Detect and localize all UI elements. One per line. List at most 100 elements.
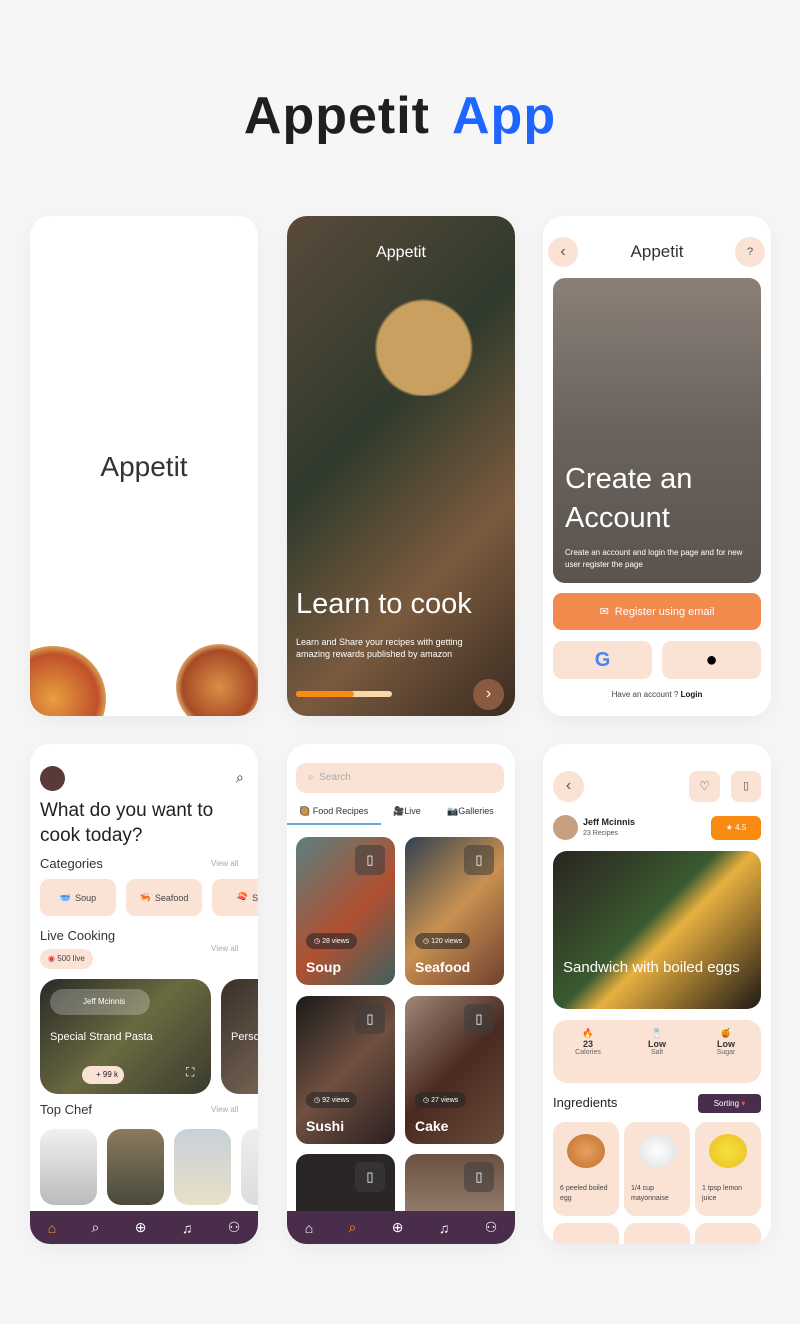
live-count: 500 live <box>57 954 85 963</box>
star-icon: ★ <box>725 823 733 832</box>
next-button[interactable]: › <box>473 679 504 710</box>
onboarding-heading: Learn to cook <box>296 588 472 620</box>
have-account-text: Have an account ? <box>611 690 679 699</box>
chef-card[interactable] <box>107 1129 164 1205</box>
mail-icon: ✉ <box>599 606 609 618</box>
tab-live[interactable]: 🎥Live <box>393 806 421 817</box>
bell-icon[interactable]: ♫ <box>182 1220 193 1236</box>
help-button[interactable]: ? <box>735 237 765 267</box>
recipe-card-cake[interactable]: ▯ ◷ 27 views Cake <box>405 996 504 1144</box>
chef-card[interactable] <box>174 1129 231 1205</box>
ingredient-card[interactable] <box>553 1223 619 1244</box>
profile-icon[interactable]: ⚇ <box>228 1219 241 1236</box>
views-count: 92 views <box>322 1097 350 1104</box>
nutrition-panel: 🔥 23 Calories 🧂 Low Salt 🍯 Low Sugar <box>553 1020 761 1083</box>
avatar[interactable] <box>40 766 65 791</box>
recipe-card-soup[interactable]: ▯ ◷ 28 views Soup <box>296 837 395 985</box>
heart-icon: ♡ <box>699 779 710 793</box>
recipe-card-sushi[interactable]: ▯ ◷ 92 views Sushi <box>296 996 395 1144</box>
stat-label: Sugar <box>716 1049 736 1056</box>
chef-avatar <box>553 815 578 840</box>
fire-icon: 🔥 <box>582 1028 594 1038</box>
recipe-card-seafood[interactable]: ▯ ◷ 120 views Seafood <box>405 837 504 985</box>
bell-icon[interactable]: ♫ <box>439 1220 450 1236</box>
sorting-dropdown[interactable]: Sorting ▾ <box>698 1094 761 1113</box>
home-icon[interactable]: ⌂ <box>48 1220 56 1236</box>
ingredient-text: 1/4 cup mayonnaise <box>631 1185 669 1202</box>
categories-view-all[interactable]: View all <box>211 859 238 868</box>
live-chef: Jeff Mcinnis <box>50 989 150 1015</box>
live-card[interactable]: Perso <box>221 979 258 1094</box>
bookmark-icon[interactable]: ▯ <box>464 845 494 875</box>
search-icon[interactable]: ⌕ <box>236 769 244 786</box>
add-icon[interactable]: ⊕ <box>392 1219 404 1236</box>
home-icon[interactable]: ⌂ <box>305 1220 313 1236</box>
home-question: What do you want to cook today? <box>40 800 214 846</box>
ingredient-card[interactable]: 1 tpsp lemon juice <box>695 1122 761 1216</box>
login-link[interactable]: Login <box>681 690 703 699</box>
profile-icon[interactable]: ⚇ <box>485 1219 498 1236</box>
chef-card[interactable] <box>40 1129 97 1205</box>
dish-name: Sandwich with boiled eggs <box>563 959 740 976</box>
soup-icon: 🥣 <box>59 892 72 902</box>
apple-button[interactable]: ● <box>662 641 761 679</box>
category-seafood[interactable]: 🦐 Seafood <box>126 879 202 916</box>
ingredient-card[interactable] <box>624 1223 690 1244</box>
bookmark-icon[interactable]: ▯ <box>355 845 385 875</box>
fullscreen-icon[interactable]: ⛶ <box>186 1065 194 1080</box>
tab-food-recipes[interactable]: 🥘 Food Recipes <box>299 806 368 817</box>
live-view-all[interactable]: View all <box>211 944 238 953</box>
pizza-image <box>176 644 258 716</box>
live-card[interactable]: Jeff Mcinnis Special Strand Pasta + 99 k… <box>40 979 211 1094</box>
bookmark-icon[interactable]: ▯ <box>464 1162 494 1192</box>
onboarding-progress <box>296 691 392 697</box>
add-icon[interactable]: ⊕ <box>135 1219 147 1236</box>
category-label: Su <box>252 892 258 903</box>
rating-value: 4.5 <box>735 823 747 832</box>
category-soup[interactable]: 🥣 Soup <box>40 879 116 916</box>
ingredient-text: 6 peeled boiled egg <box>560 1185 608 1202</box>
live-title: Special Strand Pasta <box>50 1031 153 1043</box>
bottom-nav: ⌂ ⌕ ⊕ ♫ ⚇ <box>30 1211 258 1244</box>
back-button[interactable]: ‹ <box>553 771 584 802</box>
live-badge: ◉ 500 live <box>40 949 93 969</box>
category-sushi[interactable]: 🍣Su <box>212 879 258 916</box>
categories-label: Categories <box>40 856 103 871</box>
home-screen: ⌕ What do you want to cook today? Catego… <box>30 744 258 1244</box>
ingredient-card[interactable] <box>695 1223 761 1244</box>
bookmark-icon[interactable]: ▯ <box>464 1004 494 1034</box>
tab-label: Galleries <box>458 806 494 816</box>
search-input[interactable]: ⌕ Search <box>296 763 504 793</box>
live-title: Perso <box>231 1031 258 1043</box>
recipe-name: Cake <box>415 1118 449 1134</box>
help-icon: ? <box>746 246 754 258</box>
bookmark-icon: ▯ <box>742 780 750 792</box>
google-button[interactable]: G <box>553 641 652 679</box>
bookmark-icon[interactable]: ▯ <box>355 1004 385 1034</box>
top-chef-view-all[interactable]: View all <box>211 1105 238 1114</box>
stat-value: Low <box>648 1039 666 1049</box>
register-email-label: Register using email <box>614 605 715 618</box>
favorite-button[interactable]: ♡ <box>689 771 720 802</box>
dish-image: Sandwich with boiled eggs <box>553 851 761 1009</box>
ingredient-card[interactable]: 6 peeled boiled egg <box>553 1122 619 1216</box>
recipe-name: Sushi <box>306 1118 345 1134</box>
bookmark-button[interactable]: ▯ <box>731 771 761 802</box>
views-count: 27 views <box>431 1097 459 1104</box>
views-count: 120 views <box>431 938 463 945</box>
search-icon[interactable]: ⌕ <box>349 1219 357 1236</box>
salt-icon: 🧂 <box>651 1028 663 1038</box>
tab-galleries[interactable]: 📷Galleries <box>447 806 494 817</box>
title-part1: Appetit <box>243 87 430 145</box>
search-icon[interactable]: ⌕ <box>92 1219 100 1236</box>
sugar-icon: 🍯 <box>720 1028 732 1038</box>
register-email-button[interactable]: ✉ Register using email <box>553 593 761 630</box>
recipe-name: Seafood <box>415 959 471 975</box>
bookmark-icon[interactable]: ▯ <box>355 1162 385 1192</box>
views-badge: ◷ 27 views <box>415 1092 467 1108</box>
chef-card[interactable] <box>241 1129 258 1205</box>
ingredient-card[interactable]: 1/4 cup mayonnaise <box>624 1122 690 1216</box>
viewer-count: + 99 k <box>82 1066 125 1084</box>
stat-value: Low <box>717 1039 735 1049</box>
views-badge: ◷ 28 views <box>306 933 358 949</box>
